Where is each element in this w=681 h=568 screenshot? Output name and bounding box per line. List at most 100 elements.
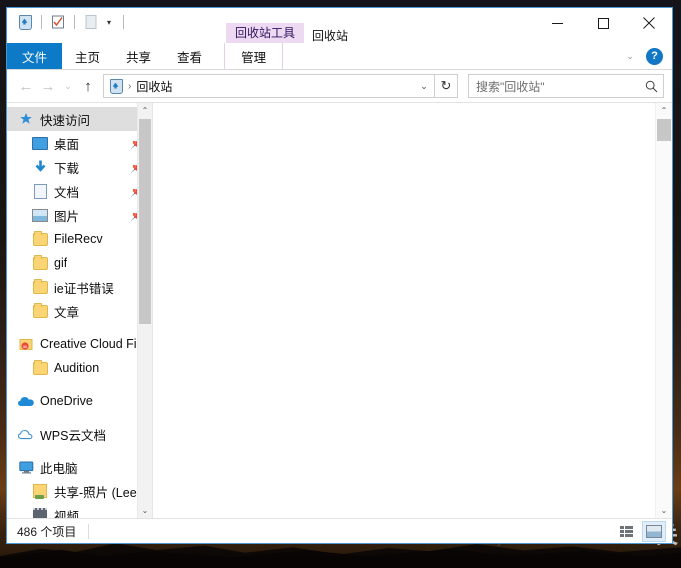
sidebar-item-wps-cloud[interactable]: WPS云文档 (7, 422, 152, 446)
address-recycle-bin-icon (107, 79, 125, 94)
sidebar-item-label: ie证书错误 (54, 278, 114, 297)
sidebar-item-documents[interactable]: 文档 📌 (7, 179, 152, 203)
sidebar-item-label: 视频 (54, 506, 79, 519)
ribbon-tab-strip: 文件 主页 共享 查看 管理 ⌄ ? (7, 43, 672, 69)
scrollbar-thumb[interactable] (139, 119, 151, 324)
scroll-up-icon[interactable]: ⌃ (656, 103, 672, 118)
sidebar-group-gap-3 (7, 413, 152, 422)
close-button[interactable] (626, 8, 672, 38)
sidebar-item-label: 桌面 (54, 134, 79, 153)
sidebar-item-gif[interactable]: gif (7, 251, 152, 275)
breadcrumb-recycle-bin[interactable]: 回收站 (136, 78, 414, 95)
sidebar-item-audition[interactable]: Audition (7, 356, 152, 380)
onedrive-icon (17, 393, 35, 409)
large-icons-view-button[interactable] (642, 521, 666, 542)
navigation-pane-scrollbar[interactable]: ⌃ ⌄ (137, 103, 152, 518)
status-bar: 486 个项目 (7, 518, 672, 543)
scroll-down-icon[interactable]: ⌄ (138, 503, 152, 518)
desktop-icon (31, 135, 49, 151)
pictures-icon (31, 207, 49, 223)
sidebar-item-label: 下载 (54, 158, 79, 177)
sidebar-item-creative-cloud-files[interactable]: ∞ Creative Cloud Fil (7, 332, 152, 356)
blank-icon[interactable] (81, 12, 101, 32)
search-input[interactable]: 搜索"回收站" (469, 78, 639, 95)
contextual-tab-header-group: 回收站工具 (226, 23, 304, 44)
svg-text:∞: ∞ (22, 343, 27, 350)
sidebar-item-label: 共享-照片 (Lee77 (54, 482, 148, 501)
help-button[interactable]: ? (646, 48, 663, 65)
qat-customize-caret-icon[interactable]: ▾ (101, 12, 117, 32)
qat-divider-2 (74, 15, 75, 29)
sidebar-item-label: Creative Cloud Fil (40, 337, 139, 351)
file-list-pane[interactable]: ⌃ ⌄ (152, 103, 672, 518)
sidebar-item-label: 文章 (54, 302, 79, 321)
sidebar-item-quick-access[interactable]: 快速访问 (7, 107, 152, 131)
sidebar-item-ie-cert-error[interactable]: ie证书错误 (7, 275, 152, 299)
sidebar-item-pictures[interactable]: 图片 📌 (7, 203, 152, 227)
folder-icon (31, 231, 49, 247)
breadcrumb-separator: › (125, 81, 136, 92)
address-bar-row: ← → ⌄ ↑ › 回收站 ⌄ ↻ 搜索"回收站" (7, 70, 672, 102)
scroll-up-icon[interactable]: ⌃ (138, 103, 152, 118)
sidebar-group-gap-2 (7, 380, 152, 389)
sidebar-item-onedrive[interactable]: OneDrive (7, 389, 152, 413)
window-body: 快速访问 桌面 📌 下载 📌 (7, 102, 672, 518)
file-list-scrollbar[interactable]: ⌃ ⌄ (655, 103, 672, 518)
window-controls (534, 8, 672, 38)
quick-access-toolbar: ▾ (7, 8, 130, 36)
sidebar-item-label: 图片 (54, 206, 79, 225)
title-bar: ▾ 回收站工具 回收站 (7, 8, 672, 43)
recycle-bin-icon[interactable] (15, 12, 35, 32)
forward-button[interactable]: → (37, 74, 59, 98)
sidebar-item-articles[interactable]: 文章 (7, 299, 152, 323)
sidebar-group-gap-1 (7, 323, 152, 332)
ribbon-right-controls: ⌄ ? (622, 43, 666, 69)
address-dropdown-caret-icon[interactable]: ⌄ (414, 81, 434, 92)
search-icon[interactable] (639, 80, 663, 93)
sidebar-item-filerecv[interactable]: FileRecv (7, 227, 152, 251)
file-explorer-window: ▾ 回收站工具 回收站 文件 主页 共享 查看 管理 ⌄ ? (6, 7, 673, 544)
wps-cloud-icon (17, 426, 35, 442)
sidebar-item-desktop[interactable]: 桌面 📌 (7, 131, 152, 155)
scroll-down-icon[interactable]: ⌄ (656, 503, 672, 518)
tab-home[interactable]: 主页 (62, 43, 113, 69)
sidebar-item-this-pc[interactable]: 此电脑 (7, 455, 152, 479)
folder-icon (31, 303, 49, 319)
creative-cloud-icon: ∞ (17, 336, 35, 352)
item-count-label: 486 个项目 (7, 523, 76, 540)
recent-locations-button[interactable]: ⌄ (59, 74, 77, 98)
maximize-button[interactable] (580, 8, 626, 38)
folder-icon (31, 360, 49, 376)
view-mode-buttons (616, 519, 666, 543)
sidebar-item-videos[interactable]: 视频 (7, 503, 152, 518)
folder-icon (31, 255, 49, 271)
sidebar-item-label: FileRecv (54, 232, 103, 246)
navigation-pane: 快速访问 桌面 📌 下载 📌 (7, 103, 152, 518)
sidebar-item-label: 此电脑 (40, 458, 78, 477)
tab-view[interactable]: 查看 (164, 43, 215, 69)
tab-file[interactable]: 文件 (7, 43, 62, 69)
sidebar-item-downloads[interactable]: 下载 📌 (7, 155, 152, 179)
sidebar-item-shared-photos[interactable]: 共享-照片 (Lee77 (7, 479, 152, 503)
downloads-icon (31, 159, 49, 175)
videos-icon (31, 507, 49, 518)
search-box[interactable]: 搜索"回收站" (468, 74, 664, 98)
this-pc-icon (17, 459, 35, 475)
chevron-down-icon[interactable]: ⌄ (622, 51, 638, 62)
shared-folder-icon (31, 483, 49, 499)
up-button[interactable]: ↑ (77, 74, 99, 98)
details-view-button[interactable] (616, 522, 638, 541)
window-title: 回收站 (312, 27, 348, 44)
documents-icon (31, 183, 49, 199)
navigation-list: 快速访问 桌面 📌 下载 📌 (7, 103, 152, 518)
minimize-button[interactable] (534, 8, 580, 38)
sidebar-item-label: Audition (54, 361, 99, 375)
refresh-button[interactable]: ↻ (435, 74, 458, 98)
back-button[interactable]: ← (15, 74, 37, 98)
scrollbar-thumb[interactable] (657, 119, 671, 141)
tab-share[interactable]: 共享 (113, 43, 164, 69)
contextual-tab-header: 回收站工具 (226, 23, 304, 44)
properties-icon[interactable] (48, 12, 68, 32)
tab-manage[interactable]: 管理 (224, 43, 283, 69)
address-bar[interactable]: › 回收站 ⌄ (103, 74, 435, 98)
